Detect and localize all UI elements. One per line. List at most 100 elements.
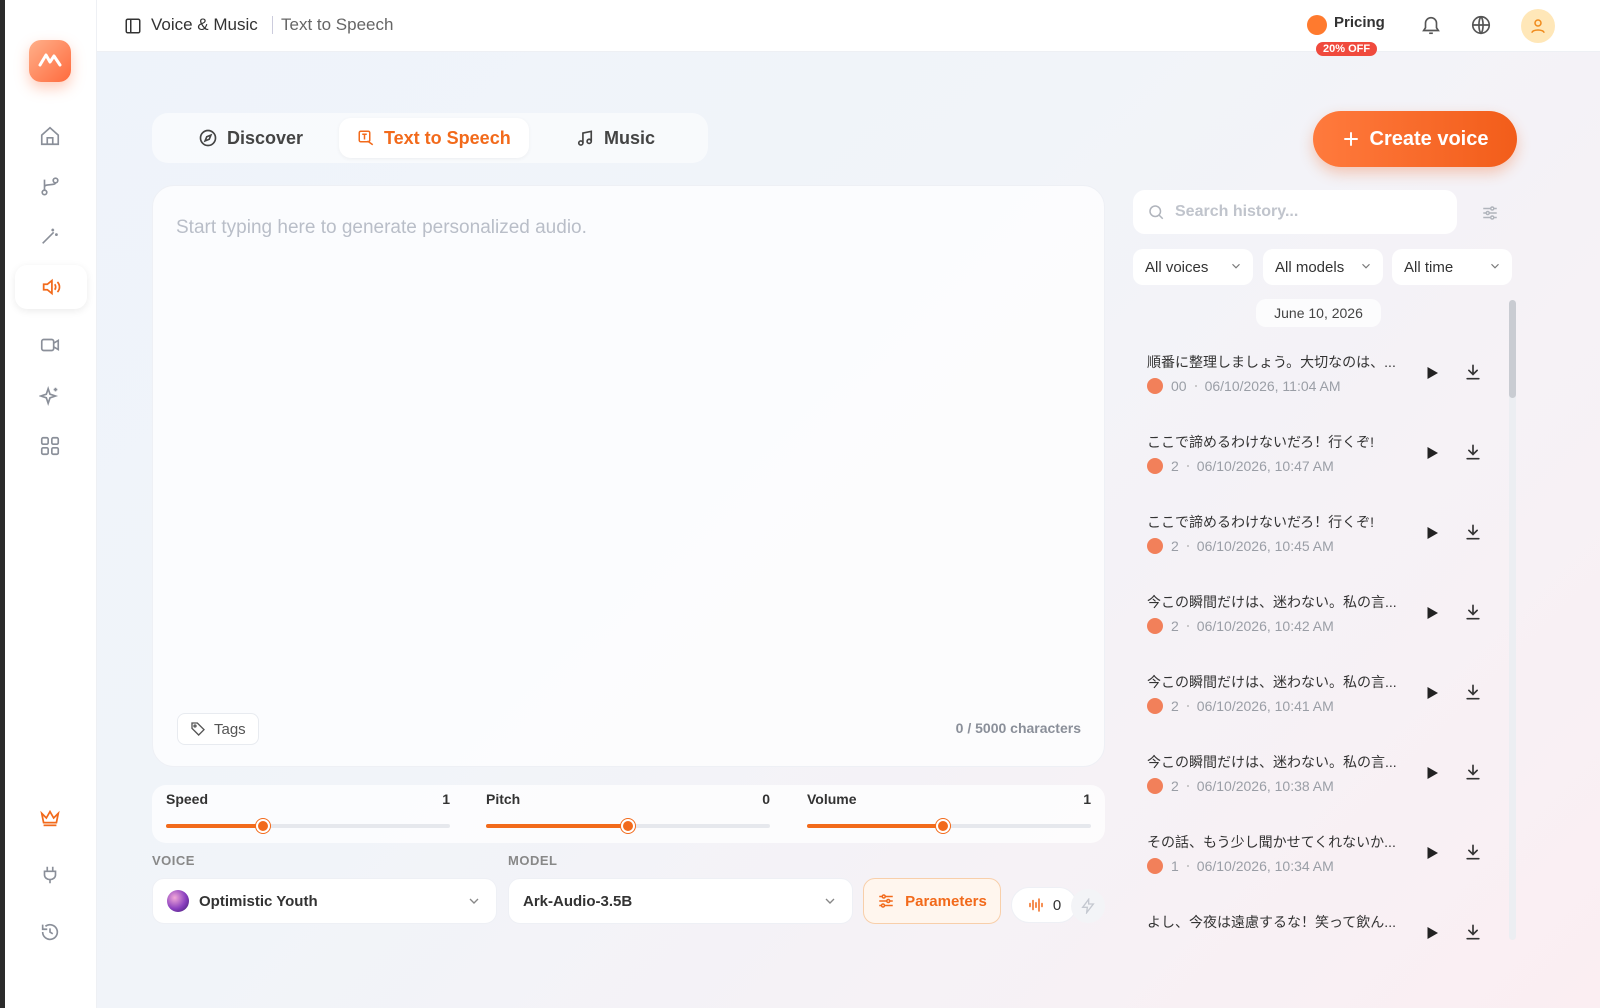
plug-icon[interactable] [33, 858, 67, 892]
history-item[interactable]: 順番に整理しましょう。大切なのは、... 00 06/10/2026, 11:04 … [1133, 340, 1503, 420]
generate-button[interactable] [1071, 889, 1105, 923]
play-icon[interactable] [1423, 924, 1441, 940]
history-item-meta: 1 06/10/2026, 10:34 AM [1147, 858, 1334, 874]
branch-icon[interactable] [33, 169, 67, 203]
history-item-meta: 00 06/10/2026, 11:04 AM [1147, 378, 1341, 394]
speed-track[interactable] [166, 819, 450, 833]
tag-icon [191, 722, 205, 736]
chevron-down-icon [1359, 259, 1373, 277]
history-item-meta: 2 06/10/2026, 10:47 AM [1147, 458, 1334, 474]
voice-select[interactable]: Optimistic Youth [152, 878, 497, 924]
history-search-input[interactable] [1175, 203, 1435, 221]
sidebar-toggle-icon[interactable] [124, 17, 142, 40]
volume-track[interactable] [807, 819, 1091, 833]
parameters-button[interactable]: Parameters [863, 878, 1001, 924]
play-icon[interactable] [1423, 444, 1441, 462]
history-icon[interactable] [33, 915, 67, 949]
download-icon[interactable] [1463, 762, 1483, 782]
discount-badge: 20% OFF [1316, 42, 1378, 56]
pitch-track[interactable] [486, 819, 770, 833]
text-editor[interactable]: Start typing here to generate personaliz… [152, 185, 1105, 767]
volume-knob[interactable] [936, 819, 951, 833]
filter-time-label: All time [1404, 258, 1454, 276]
filter-time-dropdown[interactable]: All time [1392, 249, 1512, 285]
video-icon[interactable] [33, 328, 67, 362]
voice-dot [1147, 778, 1163, 794]
lightning-icon [1081, 898, 1095, 914]
credit-value: 0 [1052, 896, 1062, 914]
breadcrumb-section[interactable]: Voice & Music [151, 15, 258, 35]
history-item[interactable]: ここで諦めるわけないだろ！行くぞ! 2 06/10/2026, 10:45 AM [1133, 500, 1503, 580]
home-icon[interactable] [33, 119, 67, 153]
tab-discover-label: Discover [227, 127, 304, 148]
filter-voices-dropdown[interactable]: All voices [1133, 249, 1253, 285]
create-voice-button[interactable]: Create voice [1313, 111, 1517, 167]
character-count: 0 / 5000 characters [955, 720, 1081, 736]
play-icon[interactable] [1423, 524, 1441, 542]
download-icon[interactable] [1463, 922, 1483, 940]
history-item[interactable]: ここで諦めるわけないだろ！行くぞ! 2 06/10/2026, 10:47 AM [1133, 420, 1503, 500]
user-avatar[interactable] [1521, 9, 1555, 43]
chevron-down-icon [1488, 259, 1502, 277]
app-logo[interactable] [29, 40, 71, 82]
play-icon[interactable] [1423, 764, 1441, 782]
pricing-link[interactable]: Pricing [1334, 14, 1385, 31]
tab-text-to-speech[interactable]: Text to Speech [339, 118, 529, 158]
sparkle-icon[interactable] [33, 379, 67, 413]
play-icon[interactable] [1423, 684, 1441, 702]
speaker-icon[interactable] [15, 265, 87, 309]
history-scroll-thumb[interactable] [1509, 300, 1516, 398]
play-icon[interactable] [1423, 364, 1441, 382]
mode-tabs: Discover Text to Speech Music [152, 113, 708, 163]
chevron-down-icon [1229, 259, 1243, 277]
history-item-text: よし、今夜は遠慮するな！笑って飲ん... [1147, 914, 1396, 930]
tab-music-label: Music [604, 127, 656, 148]
filter-settings-icon[interactable] [1474, 197, 1506, 229]
history-search[interactable] [1133, 190, 1457, 234]
filter-models-dropdown[interactable]: All models [1263, 249, 1383, 285]
download-icon[interactable] [1463, 842, 1483, 862]
tags-button[interactable]: Tags [177, 713, 259, 745]
download-icon[interactable] [1463, 602, 1483, 622]
model-selected: Ark-Audio-3.5B [523, 892, 633, 910]
pitch-slider[interactable]: Pitch 0 [486, 785, 770, 843]
chevron-down-icon [822, 893, 838, 913]
voice-dot [1147, 618, 1163, 634]
history-item-timestamp: 06/10/2026, 10:47 AM [1196, 458, 1334, 474]
magic-wand-icon[interactable] [33, 219, 67, 253]
speed-slider[interactable]: Speed 1 [166, 785, 450, 843]
history-list: 順番に整理しましょう。大切なのは、... 00 06/10/2026, 11:04 … [1133, 340, 1503, 940]
globe-icon[interactable] [1470, 14, 1494, 38]
audio-sliders: Speed 1 Pitch 0 Volume 1 [152, 785, 1105, 843]
history-item[interactable]: 今この瞬間だけは、迷わない。私の言... 2 06/10/2026, 10:41 A… [1133, 660, 1503, 740]
editor-placeholder[interactable]: Start typing here to generate personaliz… [176, 217, 587, 239]
waveform-icon [1029, 898, 1043, 912]
tab-discover[interactable]: Discover [180, 118, 321, 158]
play-icon[interactable] [1423, 844, 1441, 862]
history-item[interactable]: よし、今夜は遠慮するな！笑って飲ん... [1133, 900, 1503, 940]
bell-icon[interactable] [1420, 14, 1444, 38]
download-icon[interactable] [1463, 362, 1483, 382]
play-icon[interactable] [1423, 604, 1441, 622]
crown-icon[interactable] [33, 801, 67, 835]
speed-value: 1 [442, 791, 450, 807]
history-item[interactable]: その話、もう少し聞かせてくれないか... 1 06/10/2026, 10:34 A… [1133, 820, 1503, 900]
download-icon[interactable] [1463, 682, 1483, 702]
volume-slider[interactable]: Volume 1 [807, 785, 1091, 843]
pricing-gem-icon [1307, 15, 1327, 35]
download-icon[interactable] [1463, 522, 1483, 542]
model-select[interactable]: Ark-Audio-3.5B [508, 878, 853, 924]
grid-icon[interactable] [33, 429, 67, 463]
voice-dot [1147, 538, 1163, 554]
history-scrollbar[interactable] [1509, 300, 1516, 940]
breadcrumb-divider [272, 16, 273, 34]
volume-label: Volume [807, 791, 857, 807]
speed-knob[interactable] [255, 819, 270, 833]
tab-music[interactable]: Music [557, 118, 673, 158]
history-item[interactable]: 今この瞬間だけは、迷わない。私の言... 2 06/10/2026, 10:38 A… [1133, 740, 1503, 820]
download-icon[interactable] [1463, 442, 1483, 462]
history-item-timestamp: 06/10/2026, 10:41 AM [1196, 698, 1334, 714]
history-item-meta: 2 06/10/2026, 10:38 AM [1147, 778, 1334, 794]
pitch-knob[interactable] [621, 819, 635, 833]
history-item[interactable]: 今この瞬間だけは、迷わない。私の言... 2 06/10/2026, 10:42 A… [1133, 580, 1503, 660]
